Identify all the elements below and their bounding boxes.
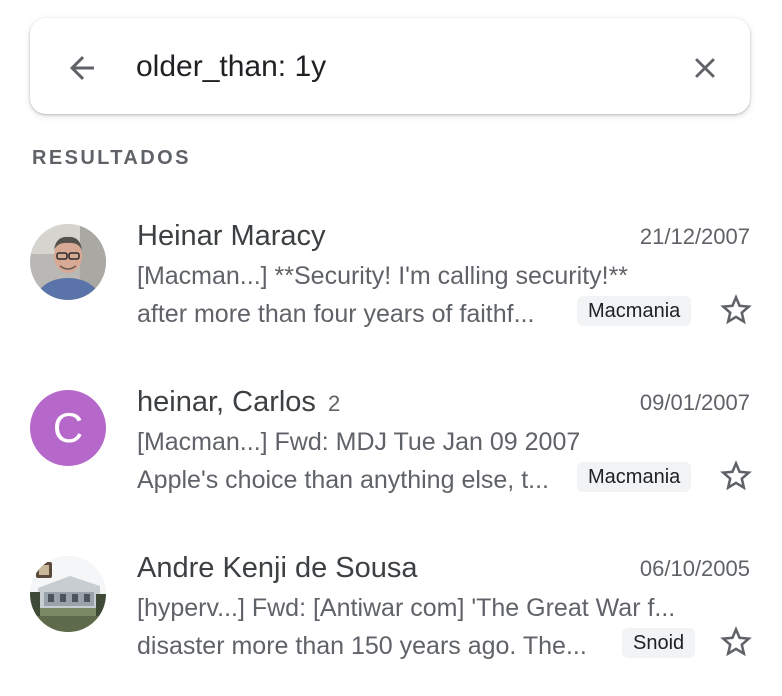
email-row[interactable]: Andre Kenji de Sousa 06/10/2005 [hyperv.…: [0, 552, 782, 696]
avatar[interactable]: [30, 224, 106, 300]
label-chip: Macmania: [577, 462, 692, 492]
sender-name: Andre Kenji de Sousa: [137, 552, 418, 584]
star-outline-icon: [720, 294, 752, 325]
star-button[interactable]: [716, 290, 756, 330]
star-button[interactable]: [716, 456, 756, 496]
label-chip: Snoid: [622, 628, 696, 658]
arrow-back-icon: [70, 56, 94, 80]
back-button[interactable]: [62, 48, 102, 88]
avatar[interactable]: C: [30, 390, 106, 466]
email-date: 21/12/2007: [639, 224, 750, 249]
clear-search-button[interactable]: [685, 48, 725, 88]
thread-count: 2: [327, 391, 341, 416]
email-date: 06/10/2005: [639, 556, 750, 581]
search-bar: [30, 18, 750, 114]
email-snippet: Apple's choice than anything else, t...: [137, 466, 549, 494]
search-input[interactable]: [136, 44, 656, 90]
star-outline-icon: [720, 460, 752, 491]
email-snippet: disaster more than 150 years ago. The...: [137, 632, 587, 660]
building-photo-icon: [30, 556, 106, 632]
email-subject: [Macman...] **Security! I'm calling secu…: [137, 262, 629, 290]
sender-name: Heinar Maracy: [137, 220, 326, 252]
person-photo-icon: [30, 224, 106, 300]
sender-name-text: heinar, Carlos: [137, 386, 316, 418]
star-button[interactable]: [716, 622, 756, 662]
sender-name: heinar, Carlos 2: [137, 386, 340, 419]
label-chip: Macmania: [577, 296, 692, 326]
email-snippet: after more than four years of faithf...: [137, 300, 535, 328]
email-subject: [hyperv...] Fwd: [Antiwar com] 'The Grea…: [137, 594, 676, 622]
email-row[interactable]: Heinar Maracy 21/12/2007 [Macman...] **S…: [0, 220, 782, 364]
results-section-title: RESULTADOS: [32, 147, 191, 169]
email-subject: [Macman...] Fwd: MDJ Tue Jan 09 2007: [137, 428, 581, 456]
email-row[interactable]: C heinar, Carlos 2 09/01/2007 [Macman...]…: [0, 386, 782, 530]
email-date: 09/01/2007: [639, 390, 750, 415]
star-outline-icon: [720, 626, 752, 657]
close-icon: [695, 58, 715, 78]
avatar[interactable]: [30, 556, 106, 632]
